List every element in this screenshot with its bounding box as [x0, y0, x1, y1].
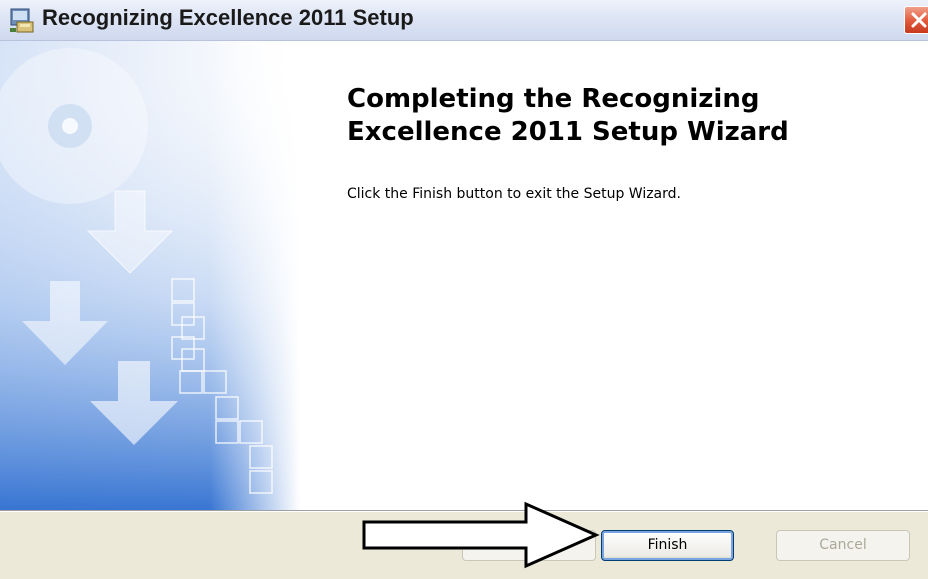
close-button[interactable] — [904, 6, 928, 34]
finish-button[interactable]: Finish — [601, 530, 734, 561]
cancel-button[interactable]: Cancel — [776, 530, 910, 561]
wizard-content: Completing the Recognizing Excellence 20… — [0, 41, 928, 510]
installer-icon — [8, 6, 36, 34]
setup-window: Recognizing Excellence 2011 Setup Comple… — [0, 0, 928, 579]
instruction-text: Click the Finish button to exit the Setu… — [347, 186, 681, 202]
close-icon — [911, 12, 927, 28]
window-title: Recognizing Excellence 2011 Setup — [42, 5, 414, 30]
wizard-banner-image — [0, 41, 300, 510]
title-bar[interactable]: Recognizing Excellence 2011 Setup — [0, 0, 928, 41]
page-title: Completing the Recognizing Excellence 20… — [347, 84, 789, 147]
arrow-right-icon — [362, 501, 600, 569]
